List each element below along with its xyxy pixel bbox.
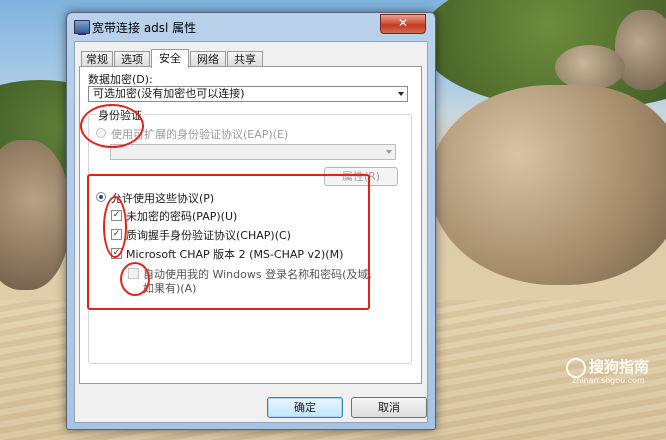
sogou-logo-icon	[566, 357, 586, 378]
cancel-button[interactable]: 取消	[351, 397, 427, 418]
rock	[615, 10, 666, 90]
tab-security[interactable]: 安全	[151, 49, 189, 68]
annotation-checkbox-oval	[103, 196, 127, 258]
tab-general[interactable]: 常规	[81, 51, 113, 66]
tab-networking[interactable]: 网络	[190, 51, 226, 66]
chevron-down-icon	[386, 150, 392, 154]
watermark-brand: 搜狗指南	[566, 356, 649, 378]
network-connection-icon	[74, 20, 90, 35]
annotation-autologon-oval	[120, 262, 150, 296]
encryption-select-value: 可选加密(没有加密也可以连接)	[93, 87, 245, 100]
close-button[interactable]: ✕	[380, 14, 426, 34]
ok-button[interactable]: 确定	[267, 397, 343, 418]
chevron-down-icon	[398, 92, 404, 96]
rock	[0, 140, 70, 290]
tab-sharing[interactable]: 共享	[227, 51, 263, 66]
rock	[430, 85, 666, 285]
eap-method-select[interactable]	[110, 144, 396, 160]
encryption-select[interactable]: 可选加密(没有加密也可以连接)	[88, 86, 408, 102]
window-title: 宽带连接 adsl 属性	[92, 21, 197, 35]
rock	[555, 45, 625, 90]
annotation-auth-oval	[80, 104, 144, 148]
tab-options[interactable]: 选项	[114, 51, 150, 66]
watermark-url: zhinan.sogou.com	[572, 376, 645, 385]
encryption-label: 数据加密(D):	[88, 73, 153, 86]
title-bar[interactable]: 宽带连接 adsl 属性 ✕	[67, 13, 435, 41]
